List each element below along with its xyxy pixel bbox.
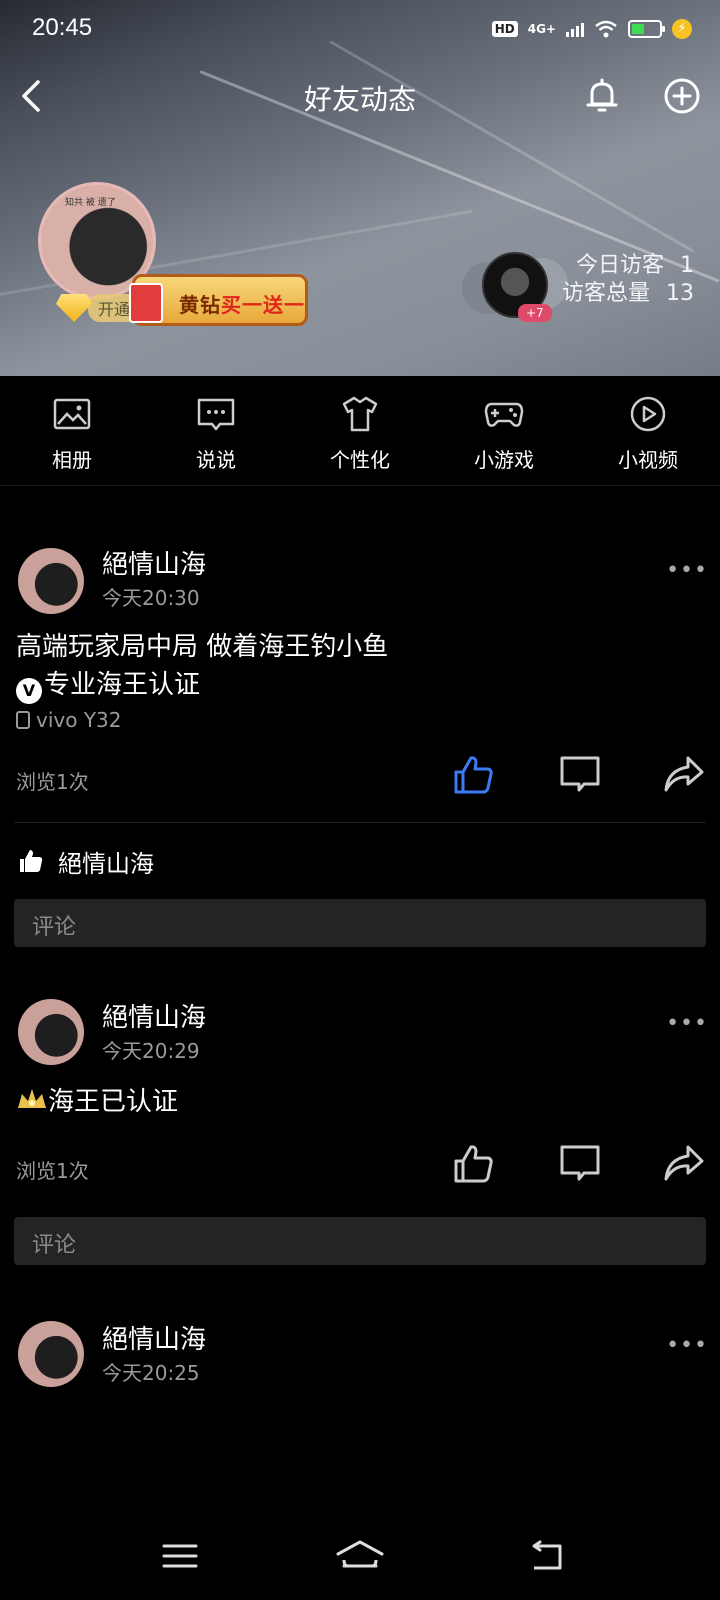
tshirt-icon (342, 396, 378, 432)
share-icon[interactable] (662, 1141, 706, 1185)
post-time: 今天20:29 (102, 1039, 200, 1063)
menu-icon[interactable] (158, 1536, 202, 1576)
device-label: vivo Y32 (36, 708, 122, 732)
feature-tabs: 相册 说说 个性化 小游戏 小视频 (0, 376, 720, 486)
back-nav-icon[interactable] (526, 1536, 570, 1576)
home-icon[interactable] (334, 1536, 386, 1576)
yellow-diamond-icon (56, 294, 92, 322)
gamepad-icon (484, 402, 524, 427)
visitor-stats[interactable]: 今日访客 1 访客总量 13 (562, 252, 694, 308)
tab-label: 说说 (196, 448, 236, 472)
play-circle-icon (630, 396, 666, 432)
more-options-icon[interactable]: ••• (666, 1333, 708, 1358)
post-device: vivo Y32 (0, 708, 720, 732)
post-avatar[interactable] (18, 1321, 84, 1387)
status-bar: 20:45 HD 4G+ ⚡ (0, 0, 720, 56)
wifi-icon (595, 20, 617, 38)
charging-icon: ⚡ (672, 19, 692, 39)
status-time: 20:45 (32, 14, 93, 41)
post-time: 今天20:25 (102, 1361, 200, 1385)
tab-album[interactable]: 相册 (0, 376, 144, 485)
post-author[interactable]: 絕情山海 (102, 997, 206, 1034)
feed-post: 絕情山海 今天20:30 ••• 高端玩家局中局 做着海王钓小鱼 V 专业海王认证… (0, 486, 720, 947)
more-options-icon[interactable]: ••• (666, 558, 708, 583)
post-avatar[interactable] (18, 999, 84, 1065)
hd-icon: HD (491, 21, 518, 37)
vip-banner-text-a: 黄钻 (179, 293, 221, 317)
view-count: 浏览1次 (16, 1159, 89, 1183)
visitor-avatars[interactable]: +7 (462, 250, 570, 330)
post-author[interactable]: 絕情山海 (102, 544, 206, 581)
like-icon[interactable] (452, 752, 496, 796)
share-icon[interactable] (662, 752, 706, 796)
feed-post: 絕情山海 今天20:25 ••• (0, 1305, 720, 1417)
tab-personalize[interactable]: 个性化 (288, 376, 432, 485)
post-avatar[interactable] (18, 548, 84, 614)
post-time: 今天20:30 (102, 586, 200, 610)
liked-by-name: 絕情山海 (58, 849, 154, 878)
avatar-caption: 知共 被 遗了 (65, 198, 116, 208)
today-visitors-label: 今日访客 (575, 253, 664, 278)
feed-post: 絕情山海 今天20:29 ••• 海王已认证 浏览1次 评论 (0, 983, 720, 1265)
phone-icon (16, 711, 30, 729)
more-visitors-badge: +7 (518, 304, 552, 322)
total-visitors-label: 访客总量 (561, 281, 650, 306)
comment-icon[interactable] (558, 752, 602, 796)
total-visitors-value: 13 (666, 281, 694, 306)
post-text-line: 专业海王认证 (44, 670, 201, 700)
tab-label: 小游戏 (474, 448, 534, 472)
post-author[interactable]: 絕情山海 (102, 1319, 206, 1356)
vip-banner-text-b: 买一送一 (221, 293, 305, 317)
comment-input[interactable]: 评论 (14, 1217, 706, 1265)
photo-album-icon (53, 398, 91, 430)
bell-icon[interactable] (580, 74, 624, 118)
thumbs-up-icon (20, 850, 43, 872)
post-text-line: 高端玩家局中局 做着海王钓小鱼 (16, 632, 389, 662)
tab-shuoshuo[interactable]: 说说 (144, 376, 288, 485)
verified-badge-icon: V (16, 678, 42, 704)
tab-mini-games[interactable]: 小游戏 (432, 376, 576, 485)
liked-by-row[interactable]: 絕情山海 (0, 823, 720, 899)
vip-promo-banner[interactable]: 黄钻买一送一 (129, 274, 308, 326)
tab-mini-video[interactable]: 小视频 (576, 376, 720, 485)
more-options-icon[interactable]: ••• (666, 1011, 708, 1036)
tab-label: 个性化 (330, 448, 390, 472)
comment-icon[interactable] (558, 1141, 602, 1185)
battery-icon (628, 20, 665, 38)
view-count: 浏览1次 (16, 770, 89, 794)
network-type: 4G+ (527, 22, 556, 36)
like-icon[interactable] (452, 1141, 496, 1185)
chat-bubble-icon (197, 398, 235, 431)
system-nav-bar (0, 1514, 720, 1600)
tab-label: 小视频 (618, 448, 678, 472)
profile-cover: 20:45 HD 4G+ ⚡ 好友动态 知共 被 遗了 开通 黄钻买一送一 +7 (0, 0, 720, 376)
vip-open-button[interactable]: 开通 (56, 294, 141, 322)
shopping-bag-icon (129, 283, 163, 323)
add-icon[interactable] (660, 74, 704, 118)
signal-icon (566, 21, 584, 37)
today-visitors-value: 1 (680, 253, 694, 278)
tab-label: 相册 (52, 448, 92, 472)
feed: 絕情山海 今天20:30 ••• 高端玩家局中局 做着海王钓小鱼 V 专业海王认证… (0, 486, 720, 1514)
comment-input[interactable]: 评论 (14, 899, 706, 947)
